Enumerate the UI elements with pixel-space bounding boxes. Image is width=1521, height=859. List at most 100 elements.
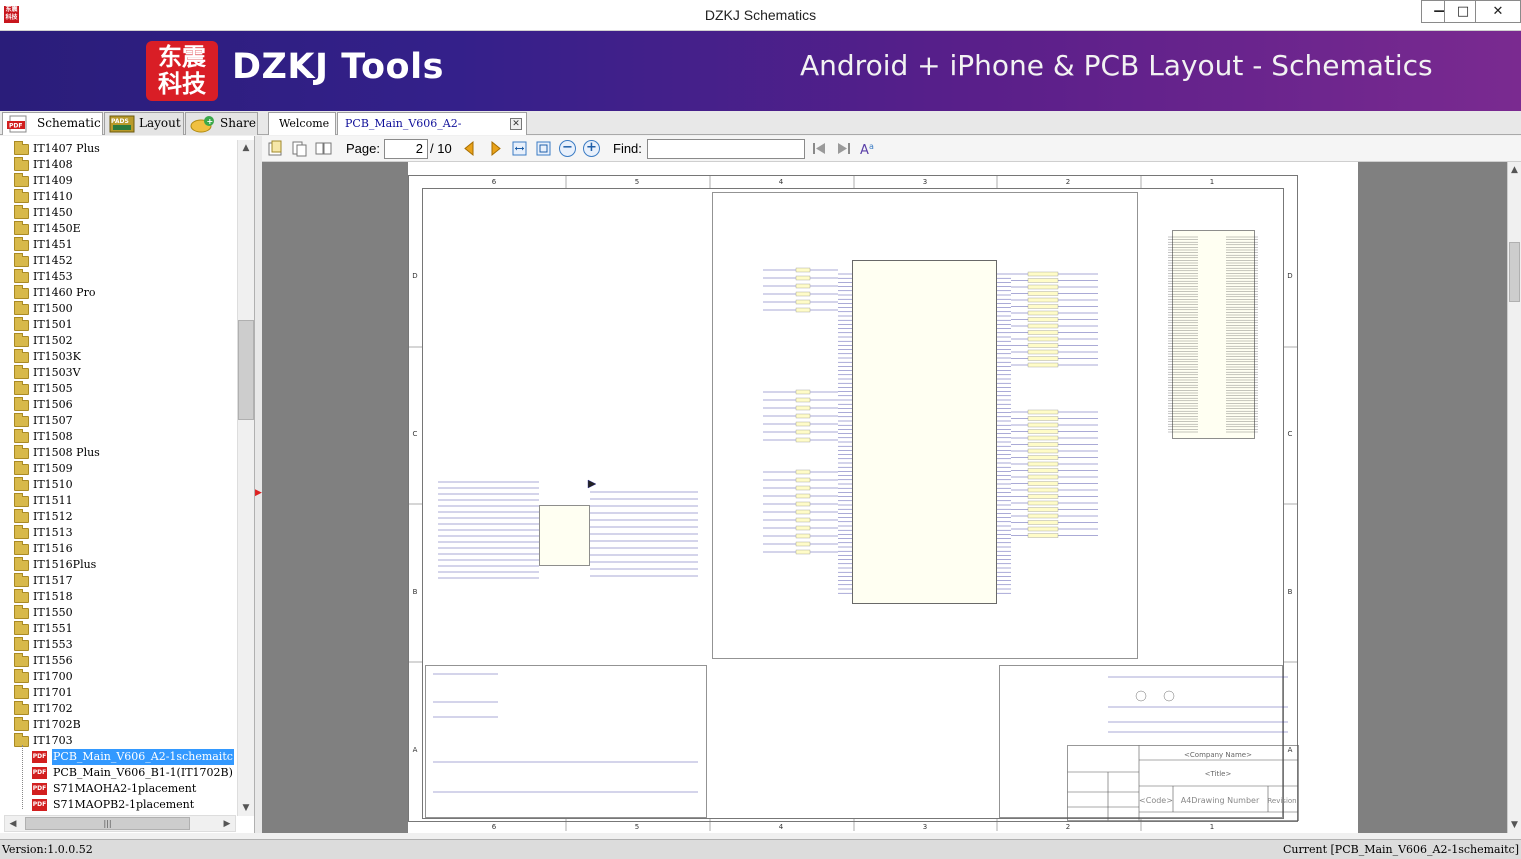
folder-icon	[14, 429, 29, 443]
tab-layout[interactable]: PADS Layout	[104, 112, 184, 135]
tree-folder[interactable]: IT1450E	[0, 221, 238, 237]
document-viewer[interactable]: 665544332211 DDCCBBAA <Company Name> <Ti…	[262, 162, 1507, 833]
tree-folder[interactable]: IT1511	[0, 493, 238, 509]
tree-folder[interactable]: IT1512	[0, 509, 238, 525]
tree-folder[interactable]: IT1510	[0, 477, 238, 493]
next-page-icon[interactable]	[487, 140, 504, 157]
scroll-up-icon[interactable]: ▲	[238, 140, 254, 156]
title-block-title: <Title>	[1205, 770, 1232, 778]
tab-share[interactable]: + Share	[185, 112, 258, 135]
pads-icon: PADS	[109, 115, 135, 133]
tree-horizontal-scrollbar[interactable]: ◀ ||| ▶	[4, 815, 236, 832]
file-tree[interactable]: IT1407 Plus IT1408 IT1409 IT1410 IT1450 IT145…	[0, 136, 255, 833]
tree-file[interactable]: PDF PCB_Main_V606_B1-1(IT1702B) Sch	[0, 765, 254, 781]
previous-page-icon[interactable]	[461, 140, 478, 157]
tab-share-label: Share	[220, 116, 256, 130]
tab-close-icon[interactable]: ✕	[510, 118, 522, 130]
tree-folder[interactable]: IT1550	[0, 605, 238, 621]
pdf-file-icon: PDF	[32, 783, 47, 795]
panel-splitter[interactable]: ▶	[255, 136, 262, 833]
tree-folder[interactable]: IT1702B	[0, 717, 238, 733]
close-button[interactable]: ✕	[1475, 0, 1521, 23]
scroll-left-icon[interactable]: ◀	[5, 816, 21, 832]
folder-icon	[14, 589, 29, 603]
tree-folder[interactable]: IT1507	[0, 413, 238, 429]
folder-icon	[14, 253, 29, 267]
tree-folder[interactable]: IT1503V	[0, 365, 238, 381]
viewer-toolbar: Page: 2 / 10 − + Find: Aa	[262, 136, 1521, 162]
tree-vertical-scrollbar[interactable]: ▲ ▼	[237, 140, 254, 816]
tree-folder[interactable]: IT1410	[0, 189, 238, 205]
tab-document[interactable]: PCB_Main_V606_A2-1schemaitc ✕	[337, 112, 527, 151]
scroll-right-icon[interactable]: ▶	[219, 816, 235, 832]
tree-folder[interactable]: IT1500	[0, 301, 238, 317]
tree-folder[interactable]: IT1513	[0, 525, 238, 541]
viewer-scroll-down-icon[interactable]: ▼	[1508, 817, 1521, 833]
viewer-scroll-up-icon[interactable]: ▲	[1508, 162, 1521, 178]
tree-folder-label: IT1408	[33, 158, 73, 171]
tree-folder[interactable]: IT1508	[0, 429, 238, 445]
tree-file[interactable]: PDF S71MAOPB2-1placement	[0, 797, 238, 813]
scroll-thumb[interactable]	[238, 320, 254, 420]
tree-folder[interactable]: IT1451	[0, 237, 238, 253]
tree-folder[interactable]: IT1516	[0, 541, 238, 557]
tree-folder[interactable]: IT1460 Pro	[0, 285, 238, 301]
tree-folder[interactable]: IT1508 Plus	[0, 445, 238, 461]
tree-file[interactable]: PDF S71MAOHA2-1placement	[0, 781, 238, 797]
tree-folder[interactable]: IT1517	[0, 573, 238, 589]
tree-folder[interactable]: IT1503K	[0, 349, 238, 365]
column-label: 4	[779, 178, 784, 186]
tree-folder[interactable]: IT1506	[0, 397, 238, 413]
find-input[interactable]	[647, 139, 805, 159]
tree-folder[interactable]: IT1407 Plus	[0, 141, 238, 157]
open-file-icon[interactable]	[267, 140, 284, 157]
tree-folder-label: IT1556	[33, 654, 73, 667]
tree-folder[interactable]: IT1703	[0, 733, 238, 749]
tree-folder[interactable]: IT1408	[0, 157, 238, 173]
page-number-input[interactable]: 2	[384, 139, 428, 159]
column-label: 4	[779, 823, 784, 831]
scroll-down-icon[interactable]: ▼	[238, 800, 254, 816]
tree-folder[interactable]: IT1453	[0, 269, 238, 285]
tree-folder[interactable]: IT1551	[0, 621, 238, 637]
tree-folder[interactable]: IT1505	[0, 381, 238, 397]
fit-width-icon[interactable]	[511, 140, 528, 157]
tree-folder[interactable]: IT1702	[0, 701, 238, 717]
tab-welcome[interactable]: Welcome	[268, 112, 336, 135]
tree-folder[interactable]: IT1518	[0, 589, 238, 605]
copy-page-icon[interactable]	[291, 140, 308, 157]
folder-icon	[14, 509, 29, 523]
tab-layout-label: Layout	[139, 116, 181, 130]
folder-icon	[14, 285, 29, 299]
tree-folder[interactable]: IT1452	[0, 253, 238, 269]
viewer-vertical-scrollbar[interactable]: ▲ ▼	[1507, 162, 1521, 833]
tree-folder[interactable]: IT1409	[0, 173, 238, 189]
tree-folder[interactable]: IT1701	[0, 685, 238, 701]
tree-folder-label: IT1508	[33, 430, 73, 443]
find-next-icon[interactable]	[835, 140, 852, 157]
zoom-in-icon[interactable]: +	[583, 140, 600, 157]
tree-folder[interactable]: IT1700	[0, 669, 238, 685]
folder-icon	[14, 301, 29, 315]
tree-folder[interactable]: IT1501	[0, 317, 238, 333]
tree-folder[interactable]: IT1556	[0, 653, 238, 669]
tree-folder[interactable]: IT1450	[0, 205, 238, 221]
tree-folder[interactable]: IT1553	[0, 637, 238, 653]
viewer-scroll-thumb[interactable]	[1509, 242, 1520, 302]
folder-icon	[14, 349, 29, 363]
zoom-out-icon[interactable]: −	[559, 140, 576, 157]
two-page-icon[interactable]	[315, 140, 332, 157]
column-label: 3	[923, 178, 927, 186]
tree-folder[interactable]: IT1502	[0, 333, 238, 349]
tree-file[interactable]: PDF PCB_Main_V606_A2-1schemaitc	[0, 748, 238, 766]
find-previous-icon[interactable]	[811, 140, 828, 157]
tree-folder[interactable]: IT1516Plus	[0, 557, 238, 573]
fit-page-icon[interactable]	[535, 140, 552, 157]
collapse-arrow-icon[interactable]: ▶	[255, 488, 262, 498]
tree-folder[interactable]: IT1509	[0, 461, 238, 477]
hscroll-thumb[interactable]: |||	[25, 817, 190, 830]
match-case-icon[interactable]: Aa	[859, 140, 876, 157]
tree-folder-label: IT1513	[33, 526, 73, 539]
tab-schematic[interactable]: PDF Schematic	[2, 112, 103, 135]
tree-folder-label: IT1503K	[33, 350, 81, 363]
